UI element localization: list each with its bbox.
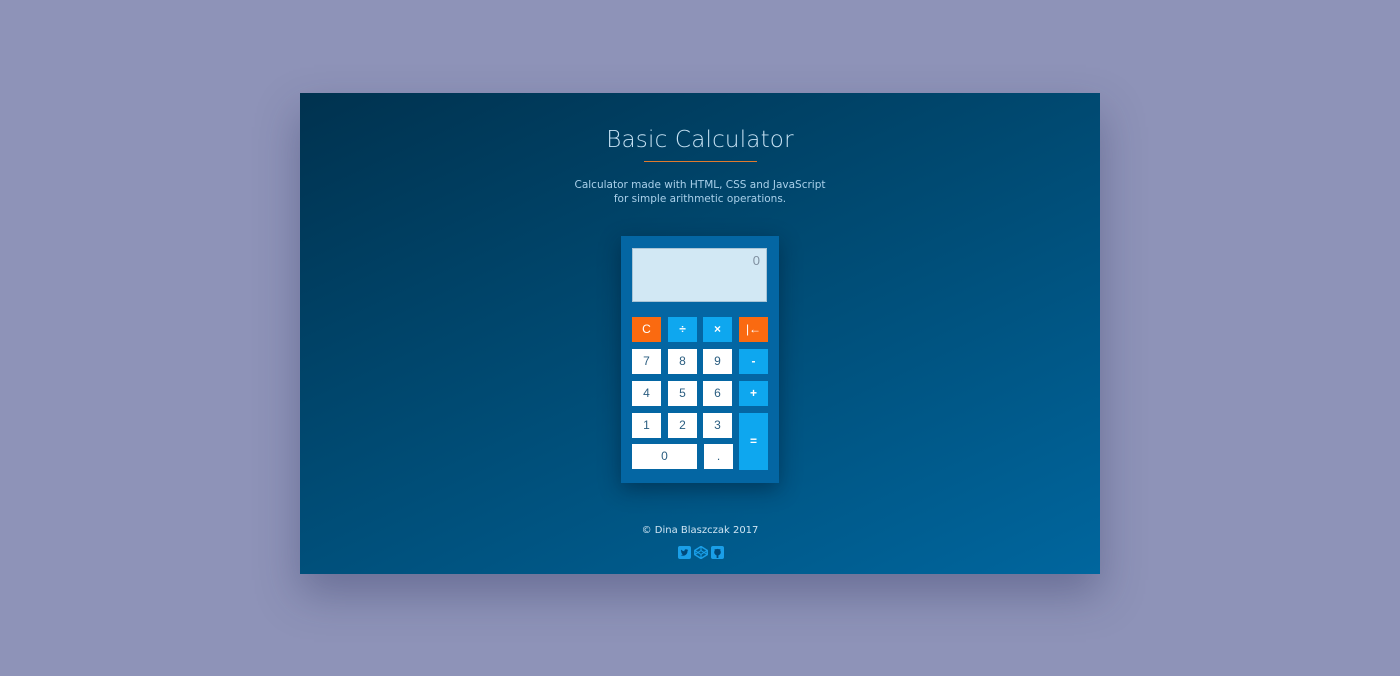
display-value: 0 (752, 253, 760, 268)
four-button[interactable]: 4 (632, 381, 661, 406)
three-button[interactable]: 3 (703, 413, 732, 438)
subtitle-line-2: for simple arithmetic operations. (613, 193, 787, 205)
github-icon[interactable] (711, 544, 724, 559)
minus-button[interactable]: - (739, 349, 768, 374)
multiply-button[interactable]: × (703, 317, 732, 342)
codepen-icon[interactable] (694, 544, 708, 560)
two-button[interactable]: 2 (668, 413, 697, 438)
plus-button[interactable]: + (739, 381, 768, 406)
six-button[interactable]: 6 (703, 381, 732, 406)
footer-copyright: © Dina Blaszczak 2017 (641, 525, 759, 536)
page-title: Basic Calculator (606, 127, 794, 153)
title-underline (644, 161, 757, 162)
page-subtitle: Calculator made with HTML, CSS and JavaS… (300, 178, 1100, 206)
calculator: 0 C ÷ × |← 7 8 9 - 4 5 6 + 1 2 3 = 0 . (621, 236, 779, 483)
eight-button[interactable]: 8 (668, 349, 697, 374)
backspace-button[interactable]: |← (739, 317, 768, 342)
five-button[interactable]: 5 (668, 381, 697, 406)
seven-button[interactable]: 7 (632, 349, 661, 374)
clear-button[interactable]: C (632, 317, 661, 342)
calculator-display: 0 (632, 248, 767, 302)
twitter-icon[interactable] (678, 544, 691, 559)
decimal-button[interactable]: . (704, 444, 733, 469)
divide-button[interactable]: ÷ (668, 317, 697, 342)
one-button[interactable]: 1 (632, 413, 661, 438)
zero-button[interactable]: 0 (632, 444, 697, 469)
nine-button[interactable]: 9 (703, 349, 732, 374)
social-links (678, 544, 724, 560)
equals-button[interactable]: = (739, 413, 768, 470)
app-frame: Basic Calculator Calculator made with HT… (300, 93, 1100, 574)
subtitle-line-1: Calculator made with HTML, CSS and JavaS… (574, 179, 826, 191)
